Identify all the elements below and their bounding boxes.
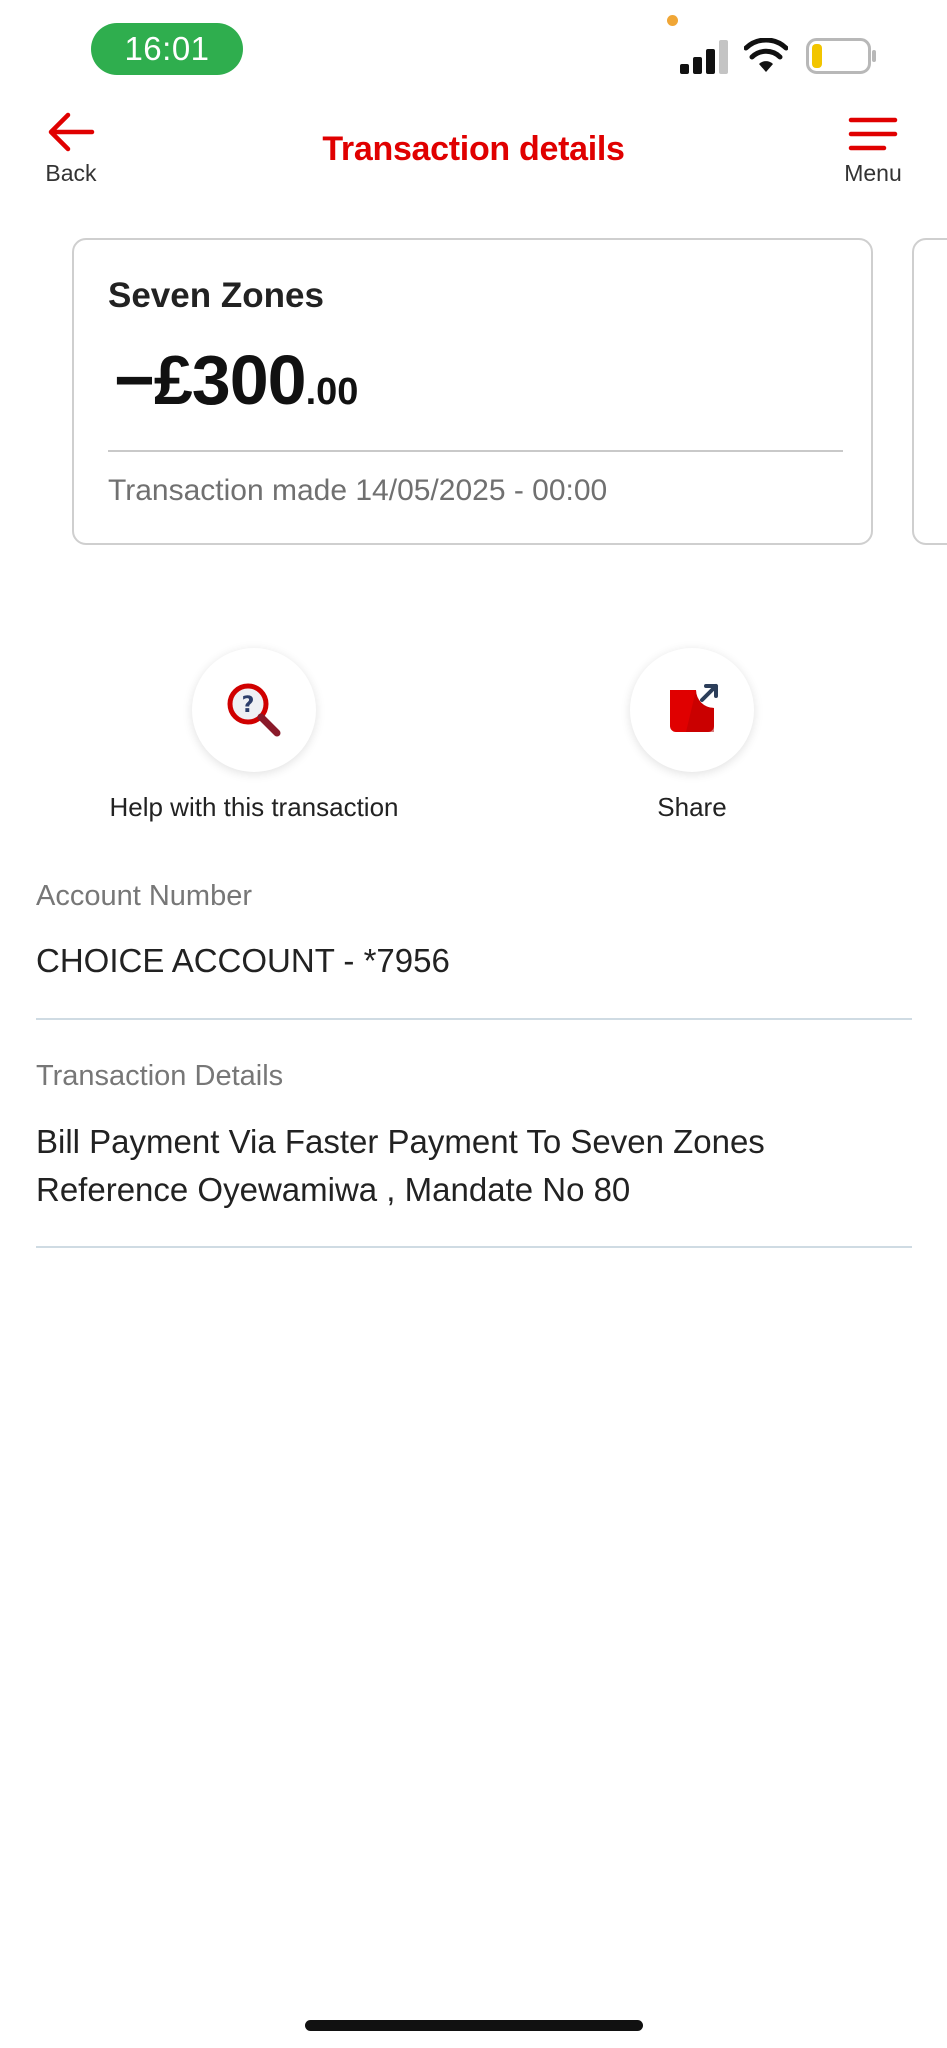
section-divider [36,1018,912,1020]
help-action-circle[interactable]: ? [192,648,316,772]
transaction-card: Seven Zones −£300 .00 Transaction made 1… [72,238,873,545]
share-icon [670,684,718,732]
share-button[interactable]: Share [512,648,872,823]
transaction-amount: −£300 .00 [114,340,358,420]
page-title: Transaction details [322,130,625,168]
hamburger-menu-icon [848,117,898,151]
transaction-details-label: Transaction Details [36,1060,284,1092]
transaction-made-label: Transaction made [108,474,348,507]
status-time: 16:01 [124,30,210,67]
wifi-icon [744,38,788,72]
status-time-pill: 16:01 [91,23,243,75]
section-divider [36,1246,912,1248]
account-number-value: CHOICE ACCOUNT - *7956 [36,942,450,979]
transaction-made-datetime: 14/05/2025 - 00:00 [355,474,608,507]
transaction-details-value: Bill Payment Via Faster Payment To Seven… [36,1123,765,1208]
battery-low-icon [806,38,876,74]
help-action-label: Help with this transaction [109,792,399,822]
help-search-icon: ? [227,683,281,737]
transaction-made-text: Transaction made 14/05/2025 - 00:00 [108,474,607,508]
svg-text:?: ? [242,693,255,718]
amount-main: −£300 [114,341,307,419]
privacy-indicator-dot [667,15,678,26]
cellular-signal-icon [680,40,728,74]
help-with-transaction-button[interactable]: ? Help with this transaction [74,648,434,823]
amount-pence: .00 [305,371,359,413]
payee-name: Seven Zones [108,276,324,315]
card-divider [108,450,843,452]
menu-button[interactable]: Menu [835,116,911,200]
share-action-circle[interactable] [630,648,754,772]
share-action-label: Share [657,792,727,822]
next-card-peek[interactable] [912,238,947,545]
home-indicator[interactable] [305,2020,643,2031]
menu-label: Menu [844,160,902,186]
account-number-label: Account Number [36,880,252,912]
